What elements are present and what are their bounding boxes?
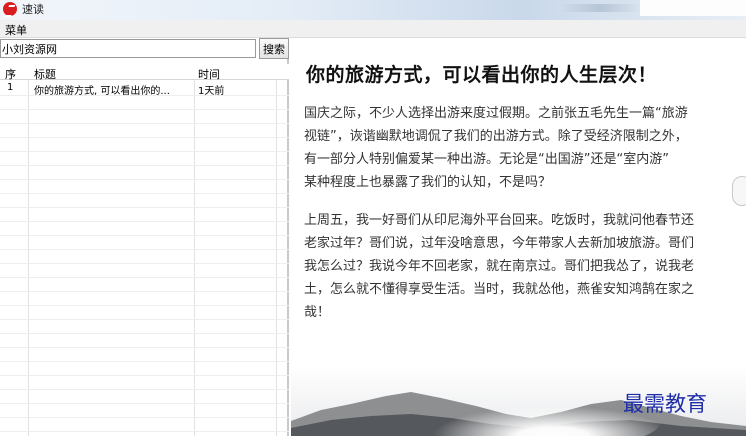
watermark-text: 最需教育: [623, 392, 707, 416]
article-list-pane: 搜索 序 标题 时间 1 你的旅游方式, 可以看出你的... 1天前: [0, 38, 289, 436]
column-divider: [194, 64, 195, 436]
row-gridline: [0, 375, 289, 376]
row-gridline: [0, 403, 289, 404]
row-gridline: [0, 277, 289, 278]
paragraph-line: 某种程度上也暴露了我们的认知，不是吗？: [304, 175, 552, 190]
list-header: 序 标题 时间: [0, 64, 289, 82]
row-gridline: [0, 109, 289, 110]
paragraph-line: 有一部分人特别偏爱某一种出游。无论是“出国游”还是“室内游”: [304, 152, 669, 167]
search-input[interactable]: [0, 39, 256, 58]
search-button[interactable]: 搜索: [259, 38, 289, 59]
article-list: 序 标题 时间 1 你的旅游方式, 可以看出你的... 1天前: [0, 64, 289, 436]
column-header-time[interactable]: 时间: [198, 66, 220, 82]
row-gridline: [0, 221, 289, 222]
row-gridline: [0, 291, 289, 292]
row-gridline: [0, 319, 289, 320]
row-gridline: [0, 207, 289, 208]
row-gridline: [0, 389, 289, 390]
row-gridline: [0, 123, 289, 124]
paragraph-line: 视链”，诙谐幽默地调侃了我们的出游方式。除了受经济限制之外，: [304, 129, 688, 144]
row-gridline: [0, 165, 289, 166]
row-gridline: [0, 333, 289, 334]
title-bar-decoration: [560, 4, 640, 12]
row-gridline: [0, 179, 289, 180]
menu-item-main[interactable]: 菜单: [5, 22, 27, 38]
paragraph-line: 我怎么过？我说今年不回老家，就在南京过。哥们把我怂了，说我老: [304, 259, 695, 274]
paragraph-line: 土，怎么就不懂得享受生活。当时，我就怂他，燕雀安知鸿鹄在家之: [304, 282, 695, 297]
title-bar-blank-area: [640, 0, 746, 16]
row-gridline: [0, 193, 289, 194]
list-item-index: 1: [7, 82, 14, 93]
row-gridline: [0, 95, 289, 96]
row-gridline: [0, 235, 289, 236]
list-item[interactable]: 1 你的旅游方式, 可以看出你的... 1天前: [0, 81, 289, 97]
paragraph-line: 上周五，我一好哥们从印尼海外平台回来。吃饭时，我就问他春节还: [304, 213, 695, 228]
paragraph-line: 国庆之际，不少人选择出游来度过假期。之前张五毛先生一篇“旅游: [304, 106, 688, 121]
row-gridline: [0, 417, 289, 418]
title-bar: 速读: [0, 0, 746, 20]
paragraph-line: 老家过年？哥们说，过年没啥意思，今年带家人去新加坡旅游。哥们: [304, 236, 695, 251]
floating-scroll-handle[interactable]: [732, 176, 746, 206]
row-gridline: [0, 305, 289, 306]
row-gridline: [0, 347, 289, 348]
app-logo-icon: [3, 2, 17, 16]
article-paragraph: 上周五，我一好哥们从印尼海外平台回来。吃饭时，我就问他春节还 老家过年？哥们说，…: [304, 209, 694, 324]
column-divider: [276, 64, 277, 436]
row-gridline: [0, 151, 289, 152]
row-gridline: [0, 361, 289, 362]
column-header-index[interactable]: 序: [5, 66, 16, 82]
row-gridline: [0, 431, 289, 432]
paragraph-line: 哉！: [304, 305, 331, 320]
column-divider: [28, 64, 29, 436]
article-paragraph: 国庆之际，不少人选择出游来度过假期。之前张五毛先生一篇“旅游 视链”，诙谐幽默地…: [304, 102, 688, 194]
menu-bar: 菜单: [0, 20, 746, 38]
window-title: 速读: [22, 3, 44, 16]
article-view: 你的旅游方式，可以看出你的人生层次！ 国庆之际，不少人选择出游来度过假期。之前张…: [291, 38, 746, 436]
article-title: 你的旅游方式，可以看出你的人生层次！: [306, 64, 658, 86]
row-gridline: [0, 263, 289, 264]
row-gridline: [0, 249, 289, 250]
row-gridline: [0, 137, 289, 138]
column-header-title[interactable]: 标题: [34, 66, 56, 82]
